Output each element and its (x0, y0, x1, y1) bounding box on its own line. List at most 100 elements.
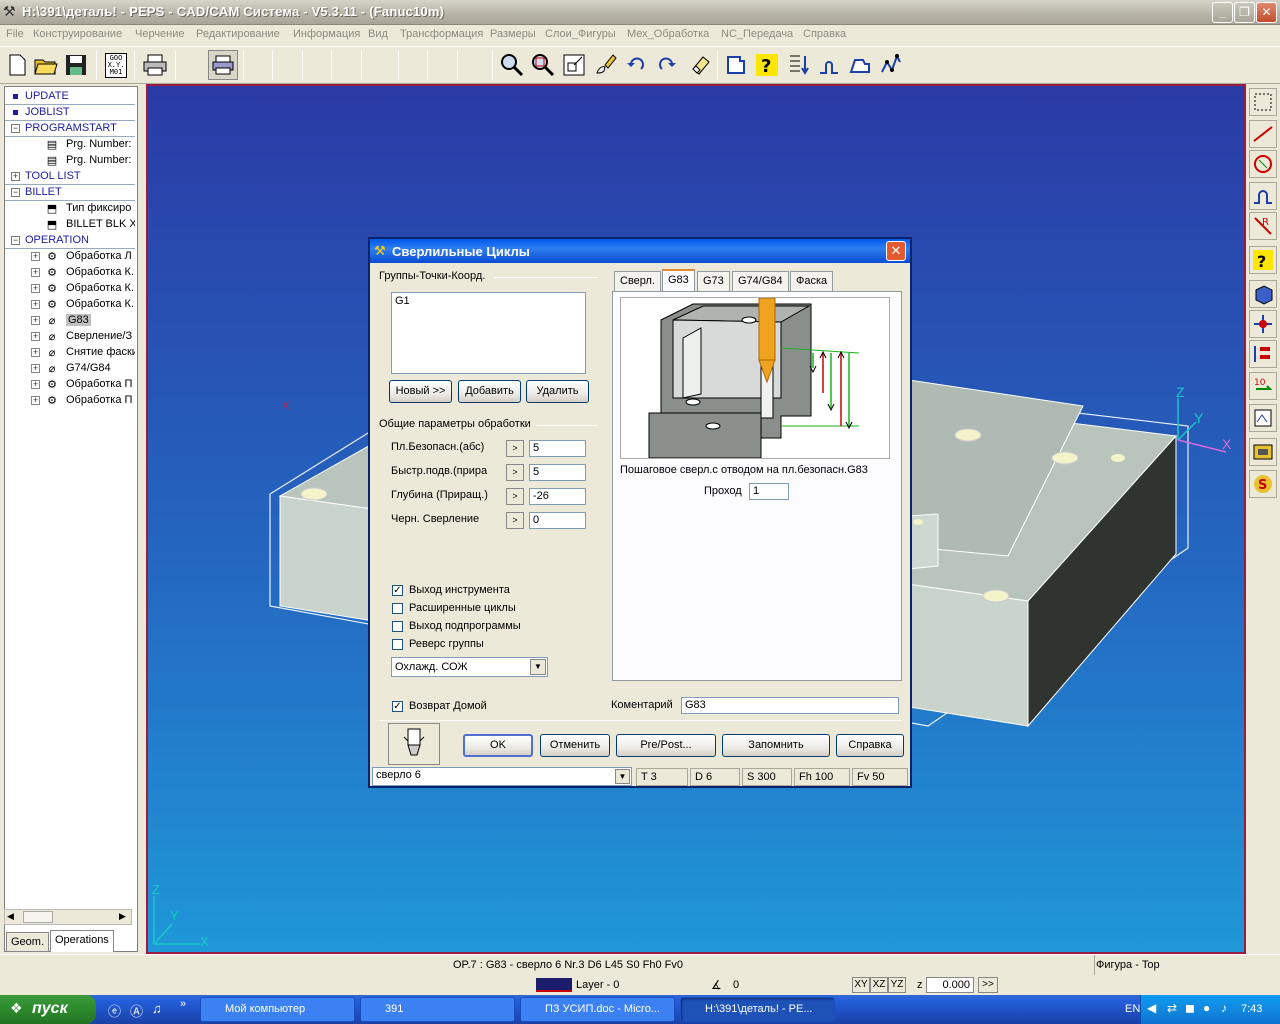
machine-icon[interactable] (1249, 438, 1277, 466)
rough-drill-arrow-button[interactable]: > (506, 512, 524, 529)
tab-drill[interactable]: Сверл. (614, 271, 661, 291)
menu-construct[interactable]: Конструирование (33, 28, 122, 40)
drawing-icon[interactable] (1249, 404, 1277, 432)
rough-drill-input[interactable]: 0 (529, 512, 586, 529)
maximize-button[interactable]: ❐ (1234, 2, 1255, 23)
zoom-extents-icon[interactable] (559, 50, 589, 80)
tree-billet-blk[interactable]: ⬒ BILLET BLK X (5, 217, 135, 233)
question-icon[interactable]: ? (1249, 246, 1277, 274)
group-item[interactable]: G1 (392, 293, 585, 309)
layer-icon[interactable] (721, 50, 751, 80)
start-button[interactable]: ❖ пуск (0, 995, 96, 1024)
menu-help[interactable]: Справка (803, 28, 846, 40)
dialog-close-button[interactable]: ✕ (886, 241, 906, 261)
tree-op-7[interactable]: + ⌀ Снятие фаски (5, 345, 135, 361)
menu-transform[interactable]: Трансформация (400, 28, 483, 40)
tree-toollist[interactable]: + TOOL LIST (5, 169, 135, 185)
menu-dimensions[interactable]: Размеры (490, 28, 536, 40)
tree-op-9[interactable]: + ⚙ Обработка П (5, 377, 135, 393)
plane-xy-button[interactable]: XY (852, 977, 870, 993)
menu-edit[interactable]: Редактирование (196, 28, 280, 40)
safe-plane-input[interactable]: 5 (529, 440, 586, 457)
menu-view[interactable]: Вид (368, 28, 388, 40)
cube-icon[interactable] (1249, 280, 1277, 308)
target-icon[interactable] (1249, 310, 1277, 338)
tree-op-10[interactable]: + ⚙ Обработка П (5, 393, 135, 409)
media-icon[interactable]: ♫ (152, 1001, 162, 1016)
plane-xz-button[interactable]: XZ (870, 977, 888, 993)
menu-file[interactable]: File (6, 28, 24, 40)
tree-op-2[interactable]: + ⚙ Обработка К. (5, 265, 135, 281)
tree-op-3[interactable]: + ⚙ Обработка К. (5, 281, 135, 297)
comment-input[interactable]: G83 (681, 697, 899, 714)
volume-icon[interactable]: ♪ (1221, 1001, 1227, 1015)
line-icon[interactable] (1249, 120, 1277, 148)
tray-expand-icon[interactable]: ◀ (1147, 1001, 1156, 1015)
tree-op-4[interactable]: + ⚙ Обработка К. (5, 297, 135, 313)
task-word-doc[interactable]: ПЗ УСИП.doc - Micro... (520, 997, 675, 1022)
profile-icon[interactable] (814, 50, 844, 80)
select-rectangle-icon[interactable] (1249, 88, 1277, 116)
ie-icon[interactable]: ⓔ (108, 1001, 121, 1020)
help-button[interactable]: Справка (836, 734, 904, 757)
contour-icon[interactable] (845, 50, 875, 80)
remember-button[interactable]: Запомнить (722, 734, 830, 757)
tree-programstart[interactable]: − PROGRAMSTART (5, 121, 135, 137)
zoom-window-icon[interactable] (528, 50, 558, 80)
depth-arrow-button[interactable]: > (506, 488, 524, 505)
zoom-icon[interactable] (497, 50, 527, 80)
tray-app-icon[interactable]: ◼ (1185, 1001, 1195, 1015)
save-icon[interactable] (61, 50, 91, 80)
pass-input[interactable]: 1 (749, 483, 789, 500)
menu-nc-transfer[interactable]: NC_Передача (721, 28, 793, 40)
rapid-feed-input[interactable]: 5 (529, 464, 586, 481)
print-icon[interactable] (140, 50, 170, 80)
drill-tool-icon[interactable] (388, 723, 440, 765)
task-peps[interactable]: H:\391\деталь! - PE... (680, 997, 835, 1022)
tree-op-1[interactable]: + ⚙ Обработка Л (5, 249, 135, 265)
chevron-icon[interactable]: » (180, 998, 186, 1010)
tree-prg-number-2[interactable]: ▤ Prg. Number: ‘ (5, 153, 135, 169)
tab-chamfer[interactable]: Фаска (790, 271, 834, 291)
profile-tool-icon[interactable] (1249, 182, 1277, 210)
task-folder-391[interactable]: 391 (360, 997, 515, 1022)
tree-op-g83[interactable]: + ⌀ G83 (5, 313, 135, 329)
sequence-icon[interactable] (1249, 340, 1277, 368)
tree-billet[interactable]: − BILLET (5, 185, 135, 201)
pre-post-button[interactable]: Pre/Post... (616, 734, 716, 757)
circle-icon[interactable] (1249, 150, 1277, 178)
reverse-group-checkbox[interactable] (392, 639, 403, 650)
graph-icon[interactable] (876, 50, 906, 80)
goto-icon[interactable]: GOO X.Y. M01 (101, 50, 131, 80)
layer-status[interactable]: Layer - 0 (576, 979, 619, 991)
tree-op-6[interactable]: + ⌀ Сверление/З (5, 329, 135, 345)
cancel-button[interactable]: Отменить (540, 734, 610, 757)
return-home-checkbox[interactable]: ✓ (392, 701, 403, 712)
rapid-feed-arrow-button[interactable]: > (506, 464, 524, 481)
plane-yz-button[interactable]: YZ (888, 977, 906, 993)
tree-update[interactable]: UPDATE (5, 89, 135, 105)
brush-icon[interactable] (590, 50, 620, 80)
subprogram-exit-checkbox[interactable] (392, 621, 403, 632)
groups-list[interactable]: G1 (391, 292, 586, 374)
eraser-icon[interactable] (686, 50, 716, 80)
language-indicator[interactable]: EN (1125, 1003, 1140, 1015)
open-folder-icon[interactable] (31, 50, 61, 80)
tree-prg-number-1[interactable]: ▤ Prg. Number: ‹ (5, 137, 135, 153)
menu-info[interactable]: Информация (293, 28, 360, 40)
tree-op-8[interactable]: + ⌀ G74/G84 (5, 361, 135, 377)
antivirus-icon[interactable]: ● (1203, 1001, 1210, 1015)
task-my-computer[interactable]: Мой компьютер (200, 997, 355, 1022)
tree-operation[interactable]: − OPERATION (5, 233, 135, 249)
minimize-button[interactable]: _ (1212, 2, 1233, 23)
tab-geom[interactable]: Geom. (6, 932, 50, 952)
tab-g83[interactable]: G83 (662, 269, 695, 292)
acrobat-icon[interactable]: Ⓐ (130, 1001, 143, 1020)
chevron-down-icon[interactable]: ▼ (530, 659, 546, 675)
add-group-button[interactable]: Добавить (458, 380, 521, 403)
tool-exit-checkbox[interactable]: ✓ (392, 585, 403, 596)
help-icon[interactable]: ? (752, 50, 782, 80)
tab-g73[interactable]: G73 (697, 271, 730, 291)
new-file-icon[interactable] (2, 50, 32, 80)
numbering-icon[interactable]: 10 (1249, 372, 1277, 400)
